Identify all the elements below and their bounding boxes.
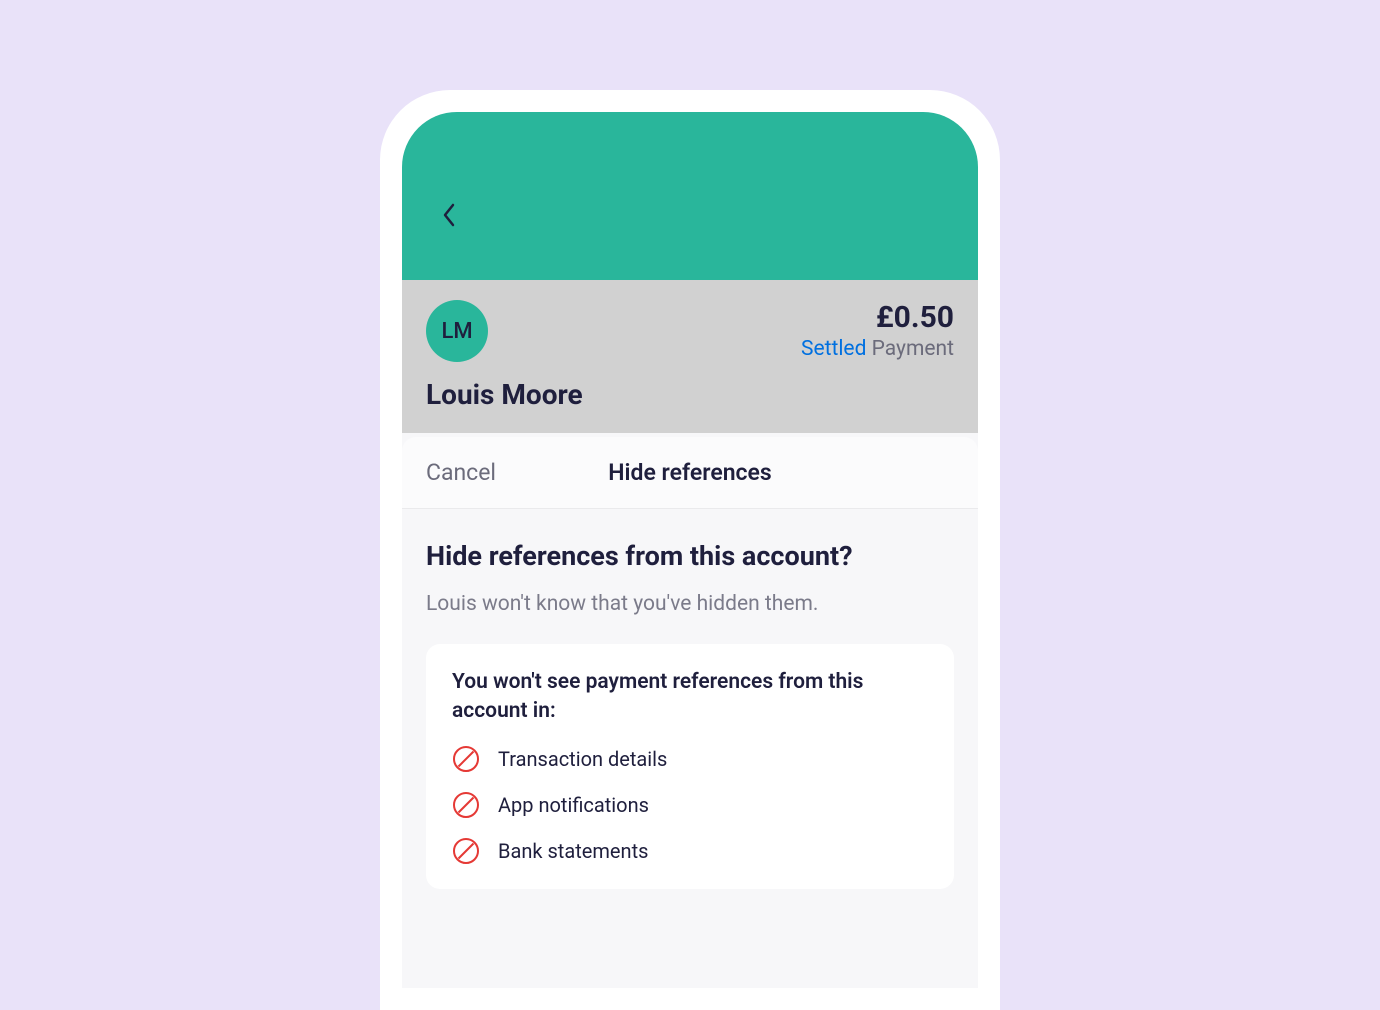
- account-section: LM £0.50 Settled Payment Louis Moore: [402, 280, 978, 433]
- account-name: Louis Moore: [426, 378, 954, 411]
- info-card: You won't see payment references from th…: [426, 644, 954, 889]
- info-item-label: Bank statements: [498, 839, 648, 863]
- list-item: Bank statements: [452, 837, 928, 865]
- account-top-row: LM £0.50 Settled Payment: [426, 300, 954, 362]
- amount: £0.50: [801, 300, 954, 335]
- modal-title: Hide references: [608, 459, 772, 486]
- top-header: [402, 112, 978, 280]
- status-line: Settled Payment: [801, 337, 954, 361]
- modal-subtext: Louis won't know that you've hidden them…: [426, 592, 954, 616]
- phone-frame: LM £0.50 Settled Payment Louis Moore Can…: [380, 90, 1000, 1010]
- prohibit-icon: [452, 745, 480, 773]
- back-button[interactable]: [434, 200, 464, 230]
- list-item: Transaction details: [452, 745, 928, 773]
- prohibit-icon: [452, 791, 480, 819]
- modal-header: Cancel Hide references: [402, 437, 978, 509]
- info-card-title: You won't see payment references from th…: [452, 668, 928, 727]
- list-item: App notifications: [452, 791, 928, 819]
- modal-heading: Hide references from this account?: [426, 539, 954, 574]
- status-settled: Settled: [801, 337, 866, 361]
- modal-body: Hide references from this account? Louis…: [402, 509, 978, 913]
- cancel-button[interactable]: Cancel: [426, 459, 496, 486]
- amount-section: £0.50 Settled Payment: [801, 300, 954, 361]
- status-payment: Payment: [872, 337, 954, 361]
- chevron-left-icon: [442, 203, 456, 227]
- info-item-label: Transaction details: [498, 747, 667, 771]
- info-item-label: App notifications: [498, 793, 649, 817]
- phone-screen: LM £0.50 Settled Payment Louis Moore Can…: [402, 112, 978, 988]
- prohibit-icon: [452, 837, 480, 865]
- avatar: LM: [426, 300, 488, 362]
- avatar-initials: LM: [441, 319, 472, 344]
